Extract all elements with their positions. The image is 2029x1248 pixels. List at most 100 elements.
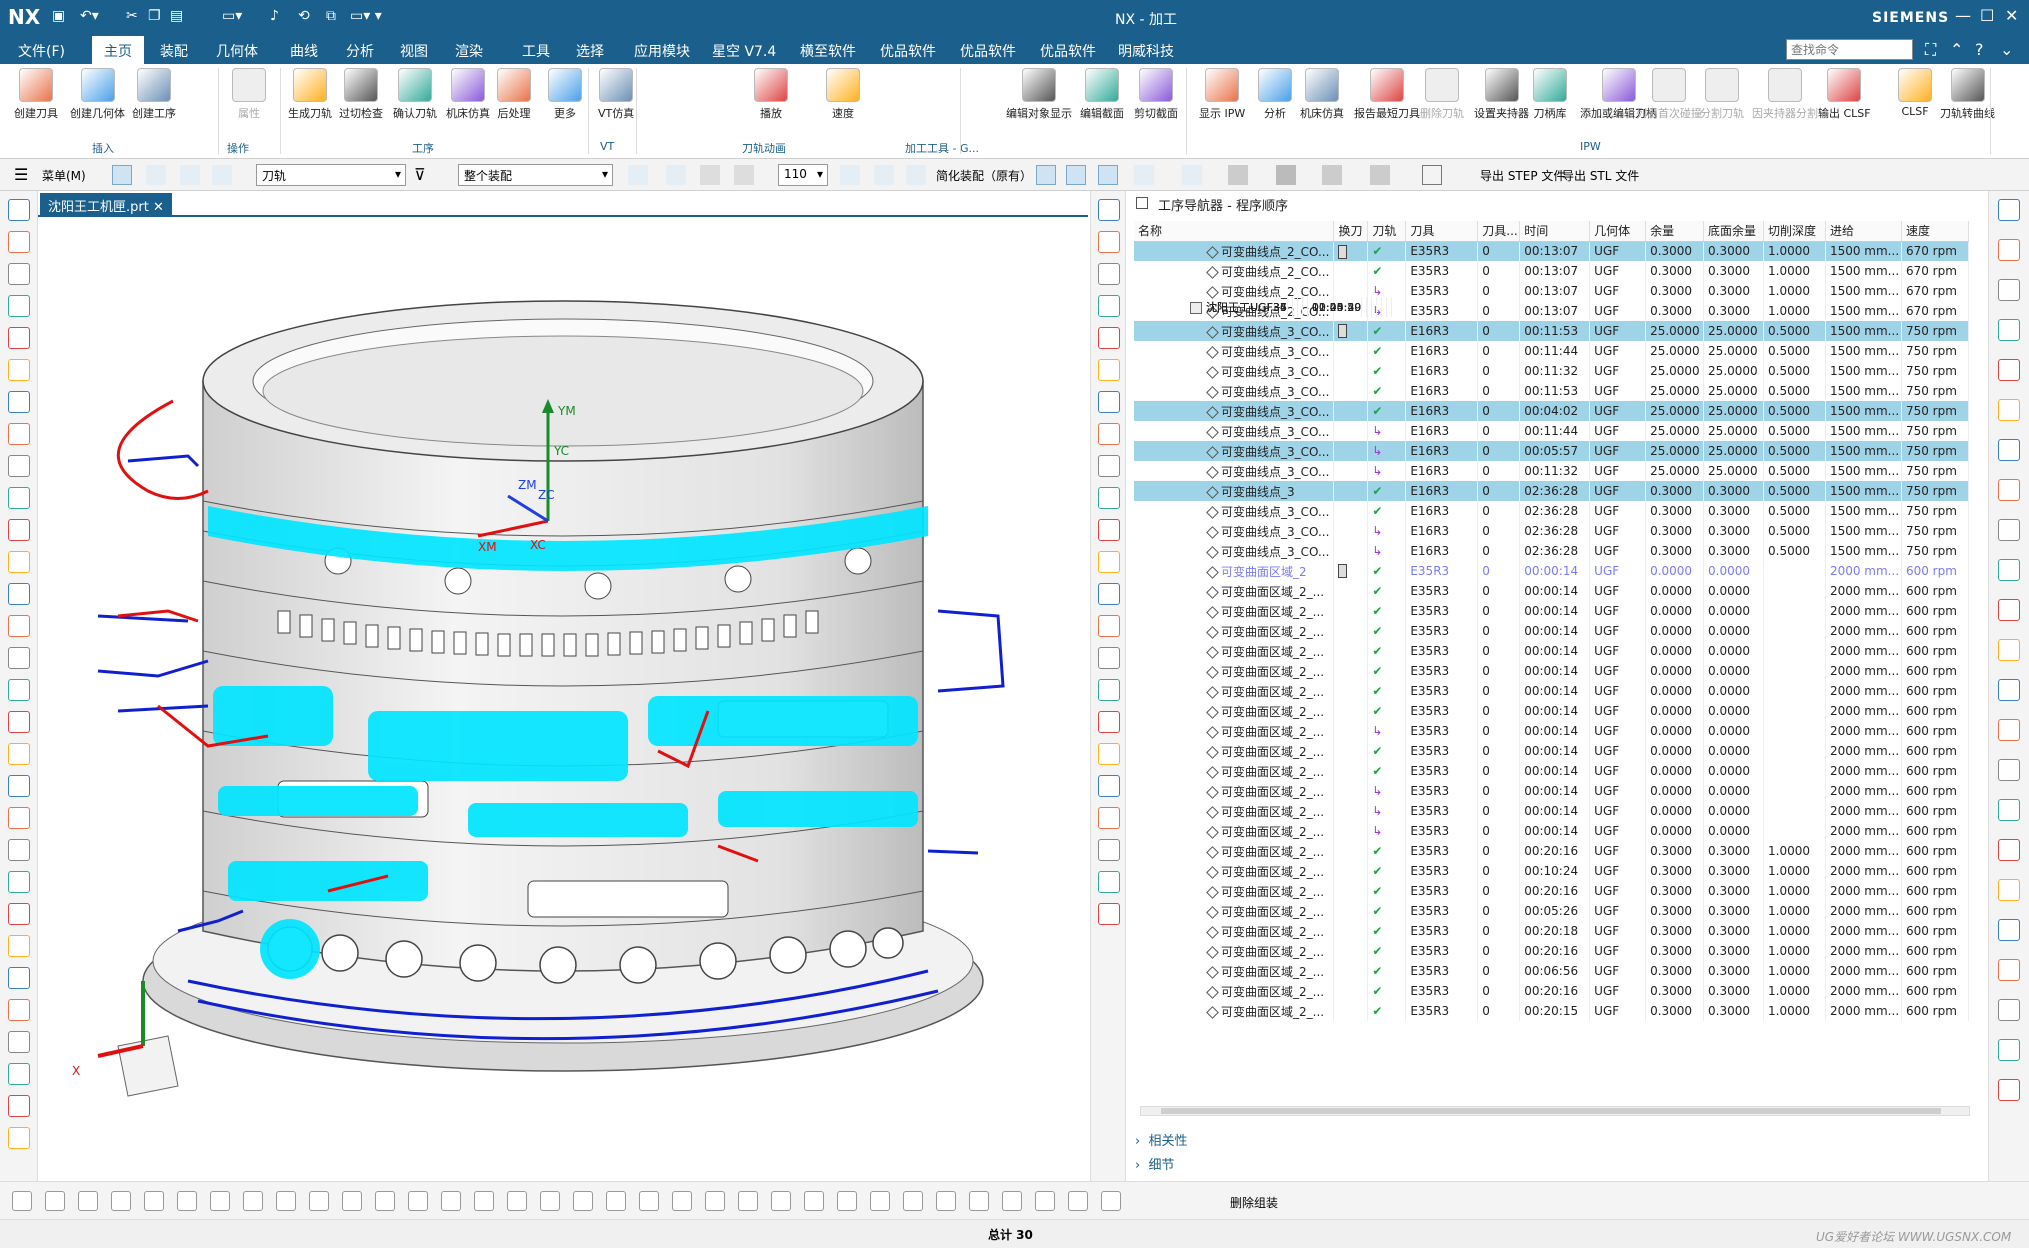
- operation-row[interactable]: 可变曲面区域_2_... ✔ E35R3 0 00:20:16 UGF 0.3000 0.30…: [1134, 981, 1970, 1001]
- ribbon-button-24[interactable]: 列出首次碰撞: [1636, 68, 1702, 121]
- operation-row[interactable]: 可变曲线点_3 ✔ E16R3 0 02:36:28 UGF 0.3000 0.3000 0.5…: [1134, 481, 1970, 501]
- ribbon-button-28[interactable]: CLSF: [1898, 68, 1932, 118]
- bottom-tool-icon[interactable]: [111, 1191, 131, 1211]
- bottom-tool-icon[interactable]: [903, 1191, 923, 1211]
- column-header[interactable]: 进给: [1825, 221, 1902, 242]
- section-icon[interactable]: [1370, 165, 1390, 185]
- bottom-tool-icon[interactable]: [12, 1191, 32, 1211]
- pin-checkbox[interactable]: [1136, 197, 1148, 209]
- ribbon-button-14[interactable]: 编辑截面: [1080, 68, 1124, 121]
- resource-tool-icon[interactable]: [8, 1127, 30, 1149]
- resource-tool-icon[interactable]: [1998, 879, 2020, 901]
- resource-tool-icon[interactable]: [1098, 807, 1120, 829]
- filter-icon[interactable]: ⊽: [414, 165, 434, 185]
- resource-tool-icon[interactable]: [8, 615, 30, 637]
- horizontal-scrollbar[interactable]: [1140, 1106, 1970, 1116]
- scope-select[interactable]: 整个装配 ▾: [458, 164, 613, 186]
- menu-item-14[interactable]: 优品软件: [960, 41, 1016, 61]
- save-icon[interactable]: ▣: [52, 8, 65, 24]
- tool-filter-icon[interactable]: [146, 165, 166, 185]
- menu-item-0[interactable]: 文件(F): [18, 41, 65, 61]
- ribbon-button-26[interactable]: 因夹持器分割: [1752, 68, 1818, 121]
- resource-tool-icon[interactable]: [1998, 759, 2020, 781]
- resource-tool-icon[interactable]: [1098, 231, 1120, 253]
- resource-tool-icon[interactable]: [8, 967, 30, 989]
- select-group-icon[interactable]: [628, 165, 648, 185]
- ribbon-button-16[interactable]: 显示 IPW: [1199, 68, 1245, 121]
- zoom-icon[interactable]: [1134, 165, 1154, 185]
- close-icon[interactable]: ✕: [2005, 6, 2018, 25]
- ribbon-button-6[interactable]: 确认刀轨: [393, 68, 437, 121]
- resource-tool-icon[interactable]: [1998, 479, 2020, 501]
- scroll-thumb[interactable]: [1161, 1108, 1941, 1114]
- column-header[interactable]: 换刀: [1333, 221, 1369, 242]
- resource-tool-icon[interactable]: [8, 743, 30, 765]
- operation-row[interactable]: 可变曲面区域_2_... ✔ E35R3 0 00:00:14 UGF 0.0000 0.00…: [1134, 761, 1970, 781]
- bottom-tool-icon[interactable]: [540, 1191, 560, 1211]
- resource-tool-icon[interactable]: [1098, 391, 1120, 413]
- snap-icon[interactable]: [666, 165, 686, 185]
- ribbon-button-10[interactable]: VT仿真: [598, 68, 634, 121]
- menu-item-9[interactable]: 选择: [576, 41, 604, 61]
- bottom-tool-icon[interactable]: [309, 1191, 329, 1211]
- ribbon-button-22[interactable]: 刀柄库: [1533, 68, 1567, 121]
- bottom-tool-icon[interactable]: [78, 1191, 98, 1211]
- menu-item-11[interactable]: 星空 V7.4: [712, 41, 776, 61]
- resource-tool-icon[interactable]: [1998, 1079, 2020, 1101]
- ribbon-button-8[interactable]: 后处理: [497, 68, 531, 121]
- operation-row[interactable]: 可变曲面区域_2_... ✔ E35R3 0 00:05:26 UGF 0.3000 0.30…: [1134, 901, 1970, 921]
- ribbon-button-27[interactable]: 输出 CLSF: [1818, 68, 1871, 121]
- operation-row[interactable]: 可变曲面区域_2_... ✔ E35R3 0 00:00:14 UGF 0.0000 0.00…: [1134, 661, 1970, 681]
- ribbon-button-17[interactable]: 分析: [1258, 68, 1292, 121]
- resource-tool-icon[interactable]: [1998, 439, 2020, 461]
- resource-tool-icon[interactable]: [8, 391, 30, 413]
- ribbon-button-2[interactable]: 创建工序: [132, 68, 176, 121]
- resource-tool-icon[interactable]: [8, 519, 30, 541]
- column-header[interactable]: 底面余量: [1703, 221, 1765, 242]
- operation-row[interactable]: 可变曲面区域_2_... ✔ E35R3 0 00:00:14 UGF 0.0000 0.00…: [1134, 741, 1970, 761]
- bottom-tool-icon[interactable]: [705, 1191, 725, 1211]
- operation-row[interactable]: 可变曲面区域_2_... ↳ E35R3 0 00:00:14 UGF 0.0000 0.00…: [1134, 721, 1970, 741]
- resource-tool-icon[interactable]: [8, 359, 30, 381]
- resource-tool-icon[interactable]: [1998, 199, 2020, 221]
- bottom-tool-icon[interactable]: [606, 1191, 626, 1211]
- export-step-button[interactable]: 导出 STEP 文件: [1480, 167, 1565, 184]
- resource-tool-icon[interactable]: [8, 231, 30, 253]
- operation-row[interactable]: 可变曲线点_3_CO... ↳ E16R3 0 00:11:32 UGF 25.0000 25…: [1134, 461, 1970, 481]
- select-filter-icon[interactable]: [112, 165, 132, 185]
- resource-tool-icon[interactable]: [1098, 647, 1120, 669]
- operation-row[interactable]: 可变曲面区域_2_... ✔ E35R3 0 00:20:18 UGF 0.3000 0.30…: [1134, 921, 1970, 941]
- resource-tool-icon[interactable]: [1998, 239, 2020, 261]
- search-icon[interactable]: ⌕: [1900, 40, 1909, 60]
- ribbon-button-4[interactable]: 生成刀轨: [288, 68, 332, 121]
- column-header[interactable]: 刀具: [1405, 221, 1479, 242]
- menu-item-16[interactable]: 明威科技: [1118, 41, 1174, 61]
- resource-tool-icon[interactable]: [1998, 919, 2020, 941]
- resource-tool-icon[interactable]: [8, 583, 30, 605]
- bottom-tool-icon[interactable]: [1068, 1191, 1088, 1211]
- details-section[interactable]: › 细节: [1135, 1154, 1174, 1173]
- bottom-tool-icon[interactable]: [177, 1191, 197, 1211]
- resource-tool-icon[interactable]: [1098, 455, 1120, 477]
- copy-icon[interactable]: ❐: [148, 8, 161, 24]
- bottom-tool-icon[interactable]: [441, 1191, 461, 1211]
- part-model-view[interactable]: YM YC ZM ZC XM XC X: [38, 191, 1088, 1181]
- operation-row[interactable]: 可变曲线点_3_CO... ↳ E16R3 0 02:36:28 UGF 0.3000 0.3…: [1134, 541, 1970, 561]
- repeat-icon[interactable]: ⟲: [298, 8, 310, 24]
- column-header[interactable]: 刀具...: [1477, 221, 1521, 242]
- resource-tool-icon[interactable]: [1998, 719, 2020, 741]
- resource-tool-icon[interactable]: [1998, 279, 2020, 301]
- resource-tool-icon[interactable]: [8, 327, 30, 349]
- ribbon-button-11[interactable]: 播放: [754, 68, 788, 121]
- operation-row[interactable]: 可变曲面区域_2_... ✔ E35R3 0 00:00:14 UGF 0.0000 0.00…: [1134, 581, 1970, 601]
- box-icon[interactable]: [700, 165, 720, 185]
- resource-tool-icon[interactable]: [1098, 263, 1120, 285]
- bottom-tool-icon[interactable]: [210, 1191, 230, 1211]
- column-header[interactable]: 余量: [1645, 221, 1705, 242]
- bottom-tool-icon[interactable]: [837, 1191, 857, 1211]
- operation-row[interactable]: 可变曲线点_3_CO... ✔ E16R3 0 00:11:53 UGF 25.0000 25…: [1134, 321, 1970, 341]
- graphics-viewport[interactable]: YM YC ZM ZC XM XC X: [38, 191, 1088, 1181]
- resource-tool-icon[interactable]: [8, 295, 30, 317]
- menu-item-10[interactable]: 应用模块: [634, 41, 690, 61]
- resource-tool-icon[interactable]: [8, 935, 30, 957]
